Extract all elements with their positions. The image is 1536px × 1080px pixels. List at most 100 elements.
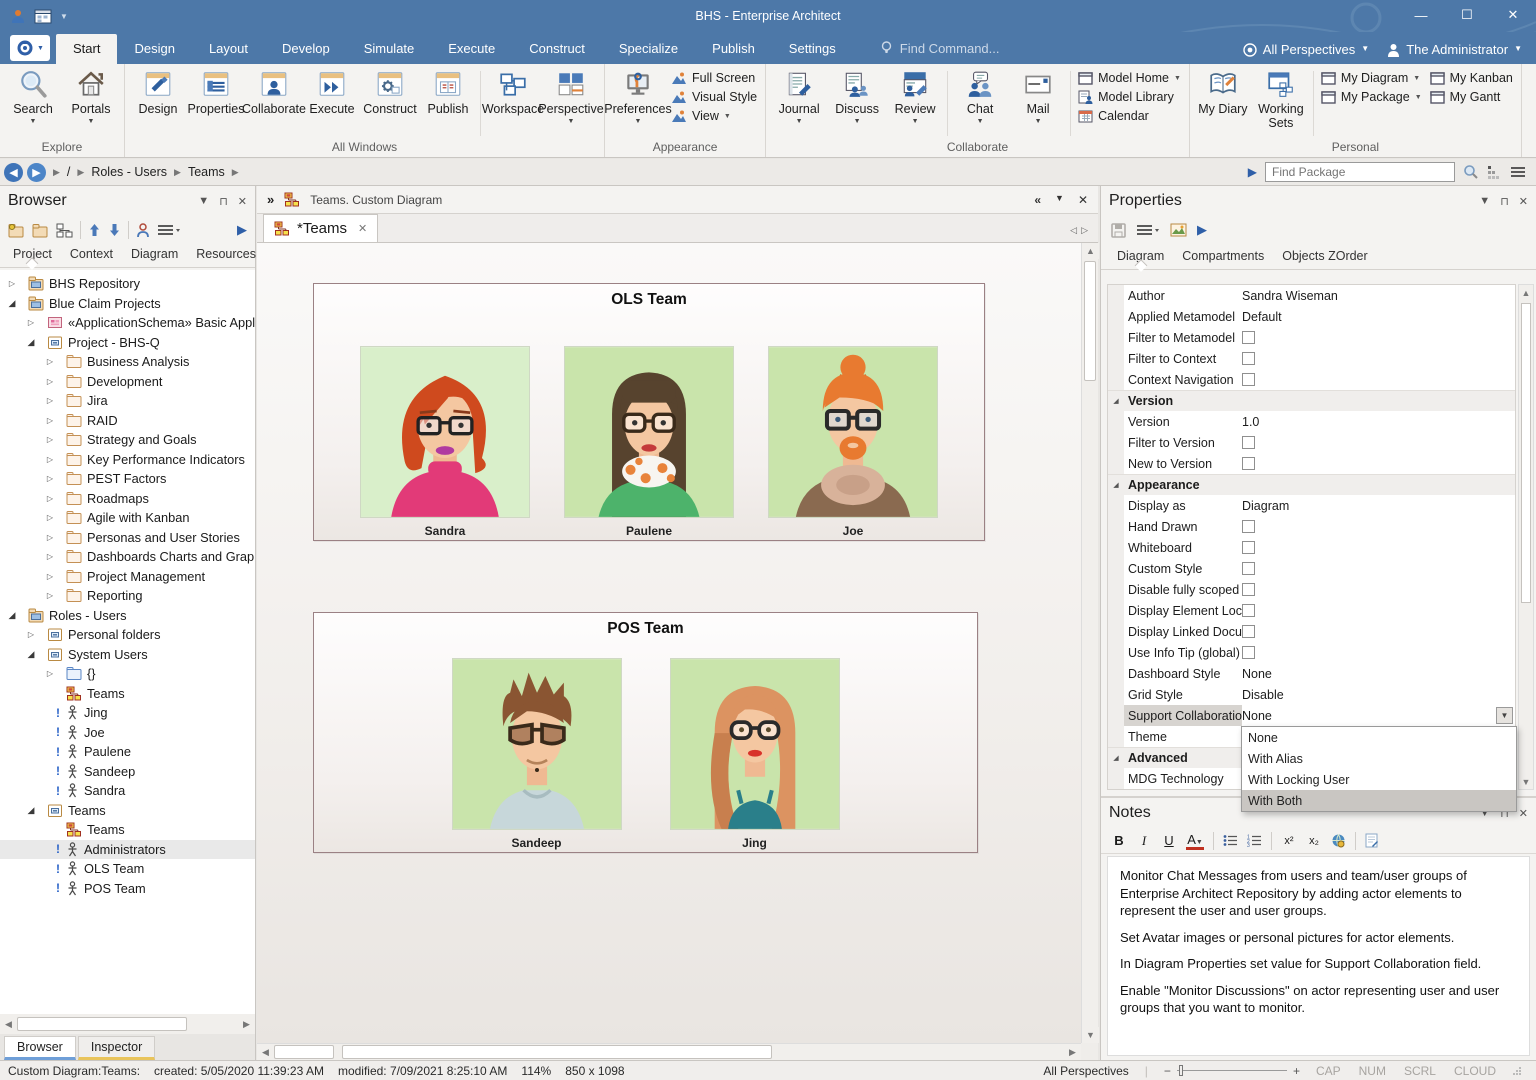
property-value[interactable]: Sandra Wiseman [1242,285,1515,306]
menu-tab-specialize[interactable]: Specialize [602,34,695,64]
notes-close-icon[interactable]: ✕ [1519,807,1528,820]
dropdown-option-none[interactable]: None [1242,727,1516,748]
edit-document-icon[interactable] [1365,833,1378,848]
ribbon-button-publish[interactable]: Publish [419,67,477,116]
actor-jing[interactable]: Jing [670,658,840,850]
property-value[interactable] [1242,600,1515,621]
tree-item-sandeep[interactable]: !Sandeep [0,762,255,782]
properties-tab-compartments[interactable]: Compartments [1174,244,1272,269]
tab-scroll-right-icon[interactable]: ▷ [1081,225,1092,235]
breadcrumb-item[interactable]: Teams [188,165,225,179]
browser-tab-diagram[interactable]: Diagram [124,244,185,267]
status-toggle-scrl[interactable]: SCRL [1404,1064,1436,1078]
property-row-version[interactable]: Version1.0 [1108,411,1515,432]
tree-item-pest-factors[interactable]: ▷PEST Factors [0,469,255,489]
team-box-pos-team[interactable]: POS TeamSandeepJing [313,612,978,853]
chevron-right-double-icon[interactable]: » [267,192,274,207]
ribbon-button-my-kanban[interactable]: My Kanban [1430,71,1513,85]
dock-tab-inspector[interactable]: Inspector [78,1036,155,1060]
status-toggle-num[interactable]: NUM [1359,1064,1386,1078]
checkbox-unchecked[interactable] [1242,604,1255,617]
properties-vscrollbar[interactable]: ▲ ▼ [1518,284,1534,790]
tree-item--[interactable]: ▷{} [0,664,255,684]
user-menu[interactable]: The Administrator▼ [1387,42,1522,57]
browser-options-icon[interactable] [157,224,181,236]
resize-grip-icon[interactable] [1512,1066,1522,1076]
diagram-hscrollbar[interactable]: ◀ ▶ [257,1043,1081,1060]
properties-pin-icon[interactable]: ⊓ [1500,195,1509,208]
properties-play-icon[interactable]: ▶ [1197,222,1207,238]
property-value[interactable] [1242,579,1515,600]
checkbox-unchecked[interactable] [1242,436,1255,449]
tree-item-administrators[interactable]: !Administrators [0,840,255,860]
property-value[interactable] [1242,537,1515,558]
property-value[interactable]: None▼ [1242,705,1515,726]
scroll-right-icon[interactable]: ▶ [238,1016,255,1032]
diagram-vscrollbar[interactable]: ▲ ▼ [1081,243,1098,1043]
tree-item-strategy-and-goals[interactable]: ▷Strategy and Goals [0,430,255,450]
property-row-filter-to-metamodel[interactable]: Filter to Metamodel [1108,327,1515,348]
property-value[interactable]: Disable [1242,684,1515,705]
menu-tab-design[interactable]: Design [117,34,191,64]
find-package-input[interactable] [1265,162,1455,182]
property-value[interactable] [1242,621,1515,642]
tree-item-jing[interactable]: !Jing [0,703,255,723]
ribbon-button-visual-style[interactable]: Visual Style [671,90,757,104]
ribbon-button-preferences[interactable]: Preferences▼ [609,67,667,125]
ribbon-button-portals[interactable]: Portals▼ [62,67,120,125]
checkbox-unchecked[interactable] [1242,562,1255,575]
ribbon-button-full-screen[interactable]: Full Screen [671,71,757,85]
tree-item-teams[interactable]: Teams [0,820,255,840]
properties-tab-diagram[interactable]: Diagram [1109,244,1172,269]
property-value[interactable]: Diagram [1242,495,1515,516]
property-row-appearance[interactable]: ◢Appearance [1108,474,1515,495]
new-folder-icon[interactable] [32,223,49,238]
ribbon-button-my-diagram[interactable]: My Diagram ▼ [1321,71,1422,85]
ribbon-button-help[interactable]: Help▼ [1526,67,1536,125]
tab-close-icon[interactable]: ✕ [358,222,367,235]
property-row-display-as[interactable]: Display asDiagram [1108,495,1515,516]
ribbon-button-discuss[interactable]: Discuss▼ [828,67,886,125]
status-toggle-cap[interactable]: CAP [1316,1064,1341,1078]
ribbon-button-design[interactable]: Design [129,67,187,116]
ribbon-button-model-home[interactable]: Model Home ▼ [1078,71,1181,85]
ribbon-button-working-sets[interactable]: Working Sets [1252,67,1310,131]
address-list-icon[interactable] [1487,165,1502,180]
nav-forward-button[interactable]: ▶ [27,163,46,182]
menu-tab-layout[interactable]: Layout [192,34,265,64]
tree-item-teams[interactable]: Teams [0,684,255,704]
font-color-button[interactable]: A▼ [1186,832,1204,850]
tree-item-agile-with-kanban[interactable]: ▷Agile with Kanban [0,508,255,528]
actor-sandra[interactable]: Sandra [360,346,530,538]
zoom-out-icon[interactable]: − [1164,1064,1171,1078]
browser-pin-icon[interactable]: ⊓ [219,195,228,208]
property-value[interactable] [1242,348,1515,369]
ribbon-button-calendar[interactable]: Calendar [1078,109,1181,123]
numbered-list-icon[interactable]: 123 [1247,834,1262,847]
menu-tab-start[interactable]: Start [56,34,117,64]
browser-tab-resources[interactable]: Resources [189,244,263,267]
save-icon[interactable] [1111,223,1126,238]
property-value[interactable] [1242,327,1515,348]
menu-tab-construct[interactable]: Construct [512,34,602,64]
view-close-icon[interactable]: ✕ [1078,193,1088,207]
ribbon-button-view[interactable]: View ▼ [671,109,757,123]
menu-tab-develop[interactable]: Develop [265,34,347,64]
tree-item-roadmaps[interactable]: ▷Roadmaps [0,489,255,509]
actor-paulene[interactable]: Paulene [564,346,734,538]
dropdown-button[interactable]: ▼ [1496,707,1513,724]
search-package-icon[interactable] [1463,164,1479,180]
property-row-display-element-lock-[interactable]: Display Element Lock... [1108,600,1515,621]
scroll-down-icon[interactable]: ▼ [1082,1027,1099,1043]
menu-tab-publish[interactable]: Publish [695,34,772,64]
property-row-context-navigation[interactable]: Context Navigation [1108,369,1515,390]
ribbon-button-perspective[interactable]: Perspective▼ [542,67,600,125]
tree-item-pos-team[interactable]: !POS Team [0,879,255,899]
tree-item-joe[interactable]: !Joe [0,723,255,743]
tree-item-reporting[interactable]: ▷Reporting [0,586,255,606]
checkbox-unchecked[interactable] [1242,541,1255,554]
properties-tab-objects-zorder[interactable]: Objects ZOrder [1274,244,1375,269]
ribbon-button-review[interactable]: Review▼ [886,67,944,125]
collaborate-user-icon[interactable] [136,223,150,238]
tree-item-personas-and-user-stories[interactable]: ▷Personas and User Stories [0,528,255,548]
